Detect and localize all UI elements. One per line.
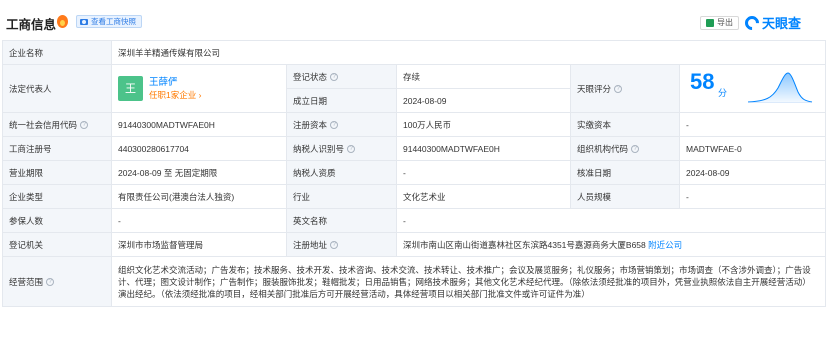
company-name-label: 企业名称: [2, 40, 112, 65]
taxpayer-qual-value: -: [396, 160, 571, 185]
english-name-value: -: [395, 208, 827, 233]
staff-size-value: -: [678, 184, 827, 209]
reg-number-value: 440300280617704: [111, 136, 287, 161]
avatar[interactable]: 王: [118, 76, 143, 101]
score-unit: 分: [718, 87, 728, 98]
staff-size-label: 人员规模: [570, 184, 680, 209]
reg-address-label: 注册地址: [286, 232, 397, 257]
table-row: 企业类型 有限责任公司(港澳台法人独资) 行业 文化艺术业 人员规模 -: [2, 184, 827, 209]
help-icon[interactable]: [631, 143, 640, 155]
score-cell[interactable]: 58 分: [678, 64, 827, 113]
approval-date-label: 核准日期: [570, 160, 680, 185]
help-icon[interactable]: [330, 71, 339, 83]
brand-logo[interactable]: 天眼查: [742, 12, 802, 33]
legal-rep-positions-link[interactable]: 任职1家企业 ›: [149, 89, 201, 101]
table-row: 法定代表人 王 王薛俨 任职1家企业 › 登记状态 存续 天眼评分 58 分: [2, 64, 827, 113]
reg-number-label: 工商注册号: [2, 136, 112, 161]
score-value: 58: [690, 68, 715, 94]
industry-value: 文化艺术业: [396, 184, 571, 209]
table-row: 工商注册号 440300280617704 纳税人识别号 91440300MAD…: [2, 136, 827, 161]
company-type-value: 有限责任公司(港澳台法人独资): [111, 184, 287, 209]
legal-rep-label: 法定代表人: [2, 64, 112, 113]
credit-code-value: 91440300MADTWFAE0H: [111, 112, 287, 137]
reg-authority-value: 深圳市市场监督管理局: [111, 232, 287, 257]
org-code-value: MADTWFAE-0: [678, 136, 827, 161]
legal-rep-name-link[interactable]: 王薛俨: [149, 77, 201, 89]
table-row: 营业期限 2024-08-09 至 无固定期限 纳税人资质 - 核准日期 202…: [2, 160, 827, 185]
brand-name: 天眼查: [762, 16, 802, 31]
found-date-value: 2024-08-09: [396, 88, 571, 113]
company-type-label: 企业类型: [2, 184, 112, 209]
company-info-table: 企业名称 深圳羊羊精通传媒有限公司 法定代表人 王 王薛俨 任职1家企业 › 登…: [2, 40, 827, 307]
paid-capital-label: 实缴资本: [570, 112, 680, 137]
taxpayer-id-label: 纳税人识别号: [286, 136, 397, 161]
english-name-label: 英文名称: [286, 208, 397, 233]
biz-term-value: 2024-08-09 至 无固定期限: [111, 160, 287, 185]
biz-scope-value: 组织文化艺术交流活动；广告发布；技术服务、技术开发、技术咨询、技术交流、技术转让…: [110, 256, 827, 307]
table-row: 统一社会信用代码 91440300MADTWFAE0H 注册资本 100万人民币…: [2, 112, 827, 137]
help-icon[interactable]: [46, 276, 55, 288]
industry-label: 行业: [286, 184, 397, 209]
taxpayer-qual-label: 纳税人资质: [286, 160, 397, 185]
export-button[interactable]: 导出: [700, 16, 739, 30]
found-date-label: 成立日期: [286, 88, 397, 113]
hot-badge-icon: [57, 15, 68, 28]
reg-address-cell: 深圳市南山区南山街道嘉林社区东滨路4351号嘉源商务大厦B658 附近公司: [395, 232, 827, 257]
legal-rep-cell: 王 王薛俨 任职1家企业 ›: [111, 64, 287, 113]
taxpayer-id-value: 91440300MADTWFAE0H: [396, 136, 571, 161]
approval-date-value: 2024-08-09: [678, 160, 827, 185]
reg-address-value: 深圳市南山区南山街道嘉林社区东滨路4351号嘉源商务大厦B658: [403, 239, 646, 250]
reg-status-value: 存续: [396, 64, 571, 89]
paid-capital-value: -: [678, 112, 827, 137]
view-snapshot-label: 查看工商快照: [91, 17, 136, 26]
table-row: 企业名称 深圳羊羊精通传媒有限公司: [2, 40, 827, 65]
insured-label: 参保人数: [2, 208, 112, 233]
help-icon[interactable]: [614, 83, 623, 95]
help-icon[interactable]: [80, 119, 89, 131]
reg-authority-label: 登记机关: [2, 232, 112, 257]
help-icon[interactable]: [330, 119, 339, 131]
section-title: 工商信息: [6, 18, 57, 32]
biz-scope-label: 经营范围: [2, 256, 112, 307]
score-distribution-chart-icon: [747, 71, 813, 103]
camera-icon: [80, 18, 88, 25]
table-row: 经营范围 组织文化艺术交流活动；广告发布；技术服务、技术开发、技术咨询、技术交流…: [2, 256, 827, 307]
table-row: 参保人数 - 英文名称 -: [2, 208, 827, 233]
excel-icon: [706, 19, 714, 27]
help-icon[interactable]: [330, 239, 339, 251]
reg-status-label: 登记状态: [286, 64, 397, 89]
score-label: 天眼评分: [570, 64, 680, 113]
insured-value: -: [111, 208, 287, 233]
biz-term-label: 营业期限: [2, 160, 112, 185]
reg-capital-value: 100万人民币: [396, 112, 571, 137]
reg-capital-label: 注册资本: [286, 112, 397, 137]
view-snapshot-button[interactable]: 查看工商快照: [76, 15, 142, 28]
credit-code-label: 统一社会信用代码: [2, 112, 112, 137]
export-label: 导出: [717, 18, 733, 27]
company-name-value: 深圳羊羊精通传媒有限公司: [110, 40, 827, 65]
org-code-label: 组织机构代码: [570, 136, 680, 161]
table-row: 登记机关 深圳市市场监督管理局 注册地址 深圳市南山区南山街道嘉林社区东滨路43…: [2, 232, 827, 257]
help-icon[interactable]: [347, 143, 356, 155]
section-header: 工商信息 查看工商快照 导出 天眼查: [0, 0, 828, 40]
nearby-companies-link[interactable]: 附近公司: [648, 240, 682, 250]
tianyancha-logo-icon: [742, 12, 762, 33]
